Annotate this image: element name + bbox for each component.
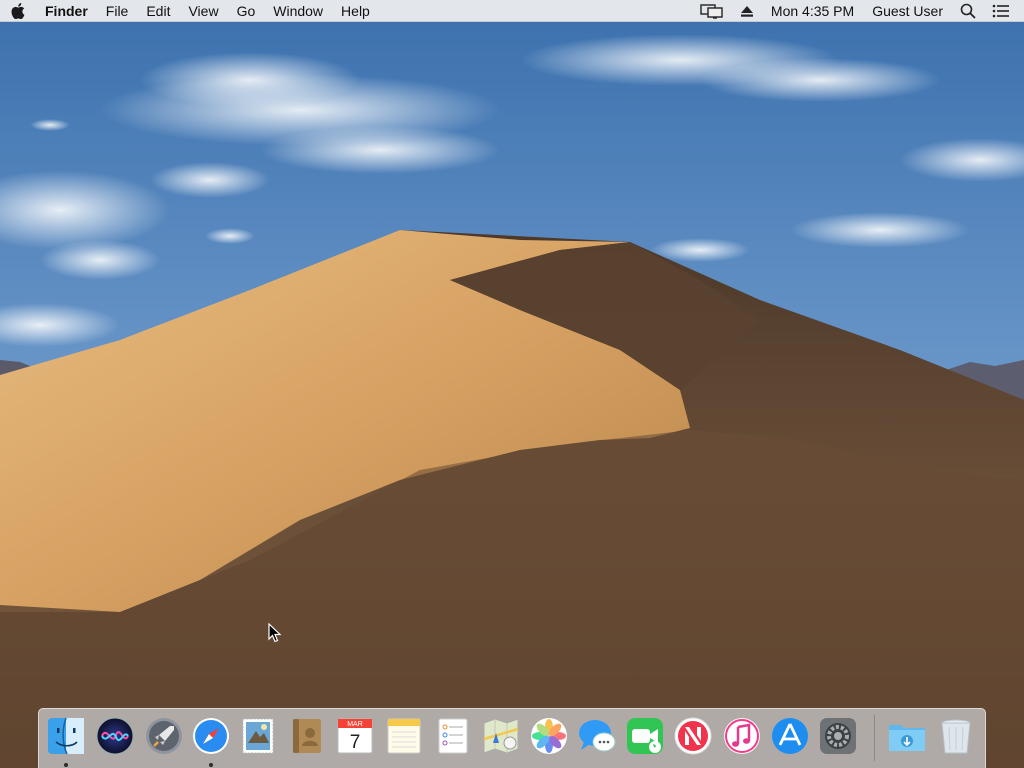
messages-bubble-icon — [579, 720, 616, 752]
finder-icon — [48, 717, 84, 755]
calendar-icon: MAR 7 — [337, 718, 373, 754]
calendar-day-label: 7 — [350, 732, 361, 753]
safari-compass-icon — [193, 718, 229, 754]
dock-item-siri[interactable] — [94, 715, 136, 757]
dock-item-calendar[interactable]: MAR 7 — [334, 715, 376, 757]
fast-user-switch[interactable]: Guest User — [863, 0, 952, 22]
dock-separator — [874, 715, 875, 761]
maps-icon — [483, 718, 519, 754]
dock-item-system-preferences[interactable] — [817, 715, 859, 757]
dock-item-app-store[interactable] — [769, 715, 811, 757]
dock-item-contacts[interactable] — [286, 715, 328, 757]
dock-item-facetime[interactable] — [624, 715, 666, 757]
mail-stamp-icon — [242, 718, 274, 754]
dock-item-safari[interactable] — [190, 715, 232, 757]
news-icon — [674, 717, 712, 755]
desktop[interactable]: Finder File Edit View Go Window Help Mon… — [0, 0, 1024, 768]
safari-running-indicator — [209, 763, 213, 767]
dock-item-notes[interactable] — [383, 715, 425, 757]
dock-item-messages[interactable] — [576, 715, 618, 757]
menu-go[interactable]: Go — [228, 0, 265, 22]
notification-center-icon — [992, 4, 1009, 17]
airplay-display-icon — [700, 3, 723, 19]
notification-center-button[interactable] — [984, 0, 1018, 22]
dock-item-finder[interactable] — [45, 715, 87, 757]
trash-icon — [941, 719, 971, 754]
apple-logo-icon — [11, 2, 25, 19]
dock-item-news[interactable] — [672, 715, 714, 757]
menu-view[interactable]: View — [179, 0, 227, 22]
mouse-cursor-icon — [268, 623, 282, 643]
menu-edit[interactable]: Edit — [137, 0, 179, 22]
airplay-display-menu[interactable] — [692, 0, 732, 22]
system-preferences-gear-icon — [820, 718, 856, 754]
menu-bar: Finder File Edit View Go Window Help Mon… — [0, 0, 1024, 22]
facetime-camera-icon — [627, 718, 663, 754]
notes-icon — [387, 718, 421, 754]
dock-item-maps[interactable] — [480, 715, 522, 757]
dock-item-mail[interactable] — [238, 715, 280, 757]
calendar-month-label: MAR — [347, 721, 363, 728]
dock-item-reminders[interactable] — [432, 715, 474, 757]
menu-window[interactable]: Window — [264, 0, 332, 22]
eject-menu[interactable] — [732, 0, 762, 22]
dock-stack-trash[interactable] — [935, 715, 977, 757]
dock-item-launchpad[interactable] — [143, 715, 185, 757]
menubar-clock[interactable]: Mon 4:35 PM — [762, 0, 863, 22]
dock: MAR 7 — [38, 708, 986, 768]
siri-icon — [96, 717, 134, 755]
dock-item-photos[interactable] — [528, 715, 570, 757]
contacts-book-icon — [293, 719, 321, 753]
mojave-wallpaper — [0, 0, 1024, 768]
menu-file[interactable]: File — [97, 0, 138, 22]
spotlight-button[interactable] — [952, 0, 984, 22]
downloads-folder-icon — [889, 725, 925, 751]
photos-flower-icon — [531, 718, 567, 754]
launchpad-rocket-icon — [146, 718, 182, 754]
app-menu-finder[interactable]: Finder — [36, 0, 97, 22]
dock-item-itunes[interactable] — [721, 715, 763, 757]
eject-icon — [740, 5, 753, 17]
menu-help[interactable]: Help — [332, 0, 379, 22]
status-area: Mon 4:35 PM Guest User — [692, 0, 1024, 22]
finder-running-indicator — [64, 763, 68, 767]
search-icon — [960, 3, 976, 19]
apple-menu[interactable] — [0, 0, 36, 22]
app-store-icon — [772, 718, 808, 754]
dock-stack-downloads[interactable] — [886, 715, 928, 757]
reminders-icon — [438, 718, 468, 754]
itunes-music-icon — [724, 718, 760, 754]
